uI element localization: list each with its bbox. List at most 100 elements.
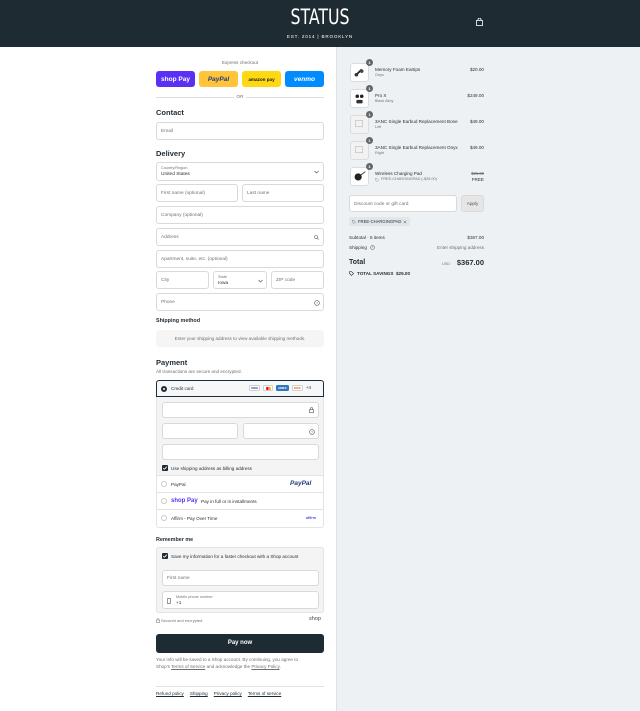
lock-icon [156, 618, 160, 623]
address-field[interactable]: Address [156, 228, 324, 246]
shopping-bag-icon[interactable] [476, 18, 483, 26]
paypal-label: PayPal [171, 482, 186, 487]
first-name-field[interactable]: First name (optional) [156, 184, 238, 202]
terms-link[interactable]: Terms of Service [171, 664, 205, 669]
item-variant: Black Alloy [375, 99, 394, 103]
phone-field[interactable]: Phone ? [156, 293, 324, 311]
discount-code-field[interactable]: Discount code or gift card [349, 195, 457, 212]
store-tagline: EST. 2014 | BROOKLYN [286, 34, 354, 39]
help-icon[interactable]: ? [309, 428, 315, 435]
shop-pay-express-button[interactable]: shop Pay [156, 71, 195, 87]
chevron-down-icon [258, 279, 263, 283]
eartips-image-icon [354, 68, 364, 77]
company-field[interactable]: Company (optional) [156, 206, 324, 224]
item-price: FREE [471, 177, 484, 182]
applied-discount-chip: FREE-CHARGINGPAD [349, 217, 411, 226]
remember-me-label: Save my information for a faster checkou… [171, 553, 299, 559]
amex-icon: AMEX [276, 385, 289, 391]
apartment-field[interactable]: Apartment, suite, etc. (optional) [156, 250, 324, 268]
shop-first-name-field[interactable]: First name [162, 570, 319, 586]
total-currency: USD [442, 262, 451, 266]
paypal-radio[interactable] [161, 481, 167, 487]
shop-pay-logo: shop Pay [171, 497, 198, 504]
quantity-badge: 1 [366, 111, 373, 118]
product-thumbnail [350, 63, 369, 82]
mastercard-icon [263, 385, 274, 391]
email-field[interactable]: Email [156, 122, 324, 140]
privacy-link[interactable]: Privacy Policy [251, 664, 279, 669]
shop-pay-radio[interactable] [161, 498, 167, 504]
total-savings: TOTAL SAVINGS $25.00 [357, 271, 411, 276]
item-name: Pro X [375, 93, 387, 98]
state-select[interactable]: State Iowa [213, 271, 267, 289]
city-field[interactable]: City [156, 271, 209, 289]
name-on-card-field[interactable] [162, 444, 319, 460]
remember-me-checkbox[interactable] [162, 553, 168, 559]
amazon-pay-express-button[interactable]: amazon pay [242, 71, 281, 87]
security-code-field[interactable]: ? [243, 423, 319, 439]
shop-pay-label: Pay in full or in installments [201, 499, 257, 504]
last-name-field[interactable]: Last name [242, 184, 324, 202]
svg-text:?: ? [372, 246, 374, 250]
pay-now-button[interactable]: Pay now [156, 634, 324, 653]
total-value: $367.00 [456, 258, 484, 267]
mobile-phone-icon [167, 597, 171, 604]
billing-address-checkbox[interactable] [162, 465, 168, 471]
credit-card-label: Credit card [171, 386, 194, 391]
card-number-field[interactable] [162, 402, 319, 418]
lock-icon [309, 407, 314, 413]
affirm-option[interactable]: Affirm - Pay Over Time affirm [156, 510, 324, 528]
shipping-method-heading: Shipping method [156, 318, 201, 324]
zip-code-field[interactable]: ZIP code [271, 271, 324, 289]
charging-pad-image-icon [354, 171, 366, 181]
shop-pay-option[interactable]: shop Pay Pay in full or in installments [156, 493, 324, 510]
refund-policy-link[interactable]: Refund policy [156, 691, 184, 696]
express-checkout-title: Express checkout [221, 60, 259, 65]
discount-tag-icon [352, 219, 356, 224]
total-label: Total [349, 259, 366, 266]
affirm-radio[interactable] [161, 515, 167, 521]
expiration-date-field[interactable] [162, 423, 238, 439]
shop-disclaimer: Your info will be saved to a Shop accoun… [156, 657, 299, 669]
close-icon[interactable] [403, 220, 407, 224]
remember-me-heading: Remember me [156, 537, 194, 543]
item-discount: FREE-CHARGINGPAD (-$25.00) [381, 177, 437, 181]
item-variant: Onyx [375, 73, 384, 77]
store-logo[interactable]: STATUS [80, 5, 560, 29]
payment-subtitle: All transactions are secure and encrypte… [156, 369, 242, 374]
credit-card-option[interactable]: Credit card VISA AMEX DISC +4 [156, 380, 324, 397]
svg-text:?: ? [316, 301, 318, 305]
affirm-label: Affirm - Pay Over Time [171, 516, 218, 521]
payment-heading: Payment [156, 358, 188, 367]
paypal-express-button[interactable]: PayPal [199, 71, 238, 87]
quantity-badge: 1 [366, 59, 373, 66]
help-icon[interactable]: ? [370, 245, 375, 250]
country-select[interactable]: Country/Region United States [156, 162, 324, 181]
site-header: STATUS EST. 2014 | BROOKLYN [0, 0, 640, 47]
product-thumbnail [350, 141, 369, 160]
help-icon[interactable]: ? [314, 299, 320, 306]
paypal-option[interactable]: PayPal PayPal [156, 476, 324, 493]
footer-links: Refund policy Shipping Privacy policy Te… [156, 691, 281, 696]
item-variant: Right [375, 151, 384, 155]
privacy-policy-link[interactable]: Privacy policy [214, 691, 242, 696]
item-price: $49.00 [469, 145, 484, 150]
item-price: $49.00 [469, 119, 484, 124]
image-placeholder-icon [355, 146, 363, 154]
venmo-express-button[interactable]: venmo [285, 71, 324, 87]
quantity-badge: 1 [366, 85, 373, 92]
terms-of-service-link[interactable]: Terms of service [248, 691, 281, 696]
billing-address-label: Use shipping address as billing address [171, 465, 252, 471]
visa-icon: VISA [249, 385, 261, 391]
secured-encrypted-text: Secured and encrypted [161, 618, 203, 623]
apply-discount-button[interactable]: Apply [461, 195, 484, 212]
shipping-link[interactable]: Shipping [190, 691, 208, 696]
shipping-value: Enter shipping address [437, 245, 484, 250]
item-price: $20.00 [469, 67, 484, 72]
mobile-phone-field[interactable]: Mobile phone number +1 [162, 591, 319, 609]
item-price: $249.00 [467, 93, 484, 98]
chevron-down-icon [314, 170, 319, 174]
footer-divider [156, 686, 324, 687]
credit-card-radio[interactable] [161, 386, 167, 392]
discount-tag-icon [375, 177, 379, 182]
